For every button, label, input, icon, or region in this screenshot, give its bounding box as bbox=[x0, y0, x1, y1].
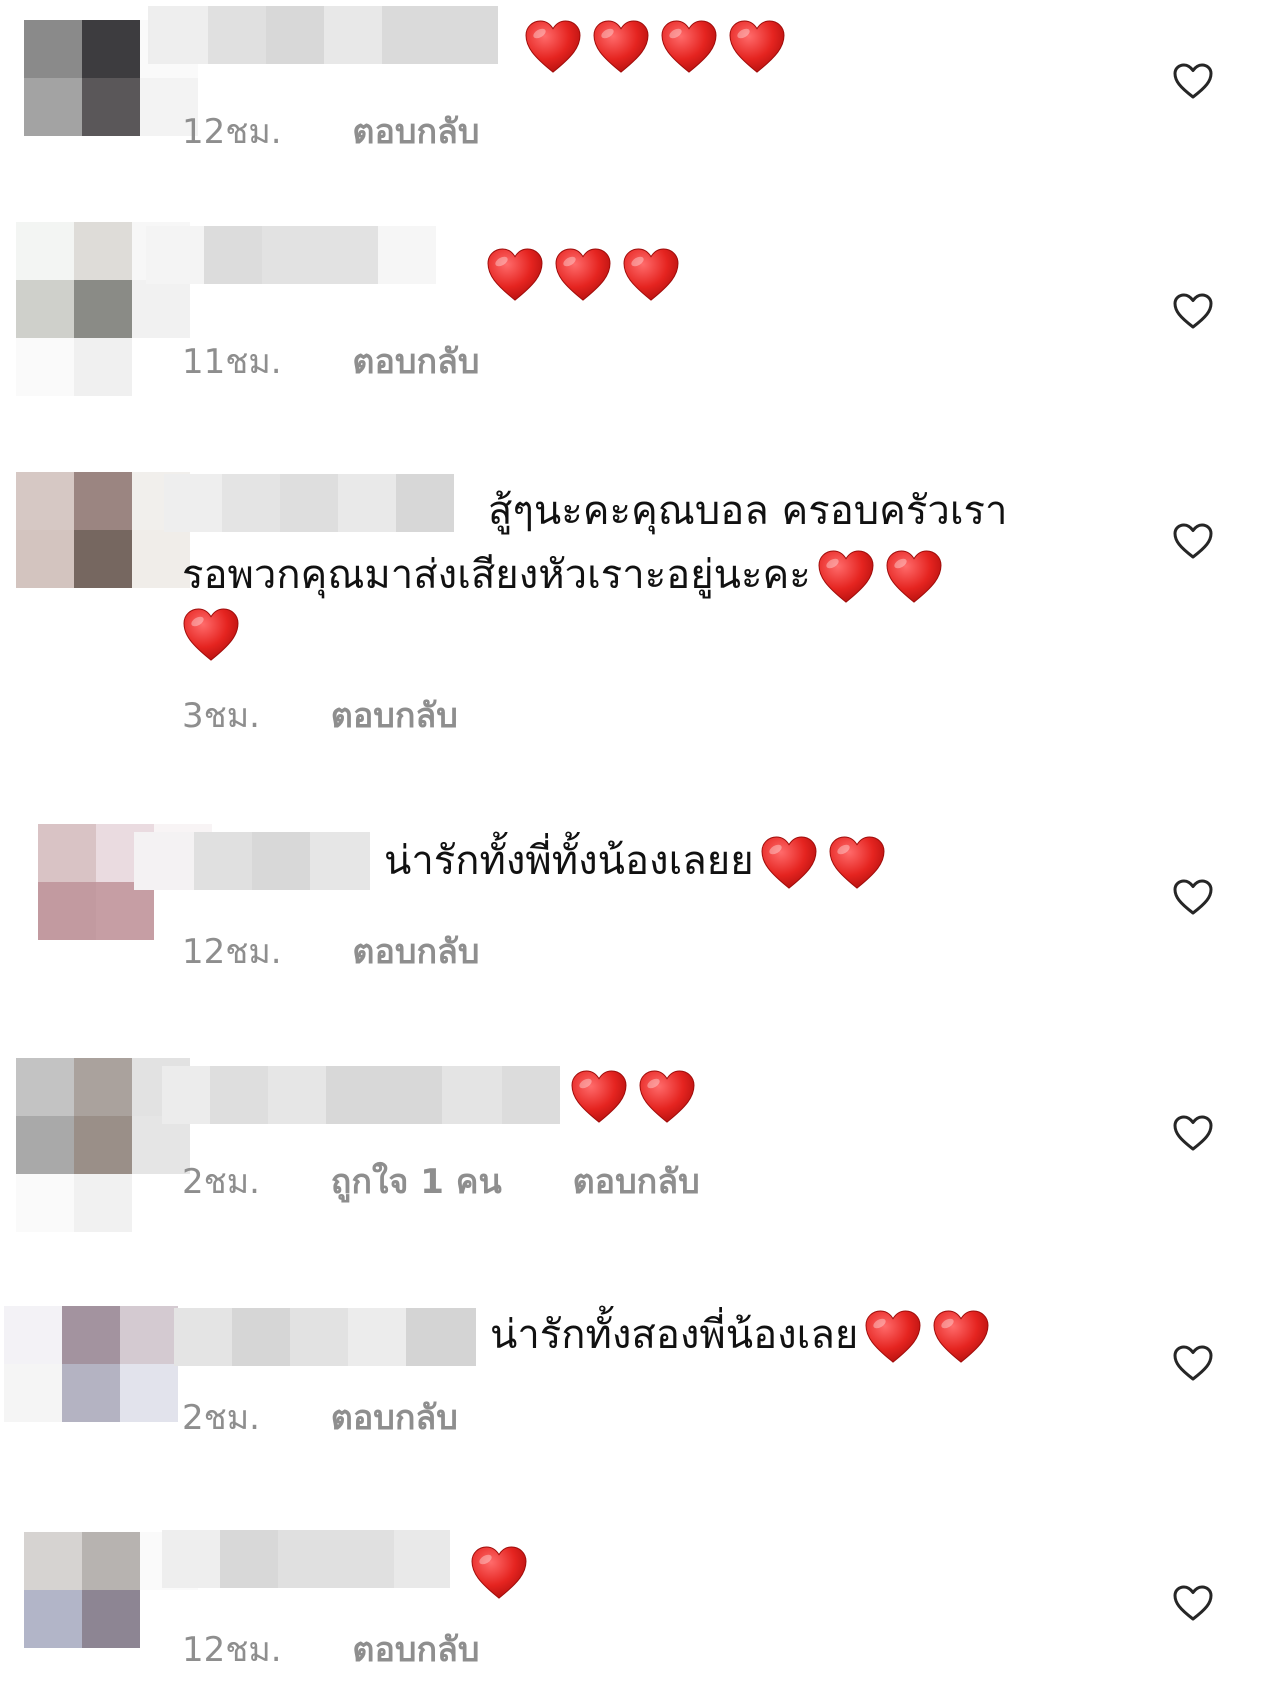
username-blurred[interactable] bbox=[148, 6, 516, 64]
comment-time: 12ชม. bbox=[182, 112, 282, 152]
reply-button[interactable]: ตอบกลับ bbox=[352, 342, 479, 382]
username-blurred[interactable] bbox=[146, 226, 486, 284]
comment-text: น่ารักทั้งสองพี่น้องเลย bbox=[490, 1306, 1000, 1364]
like-heart-icon[interactable] bbox=[1172, 62, 1214, 100]
comment-time: 11ชม. bbox=[182, 342, 282, 382]
heart-emoji bbox=[817, 552, 953, 598]
like-heart-icon[interactable] bbox=[1172, 1584, 1214, 1622]
comment-text bbox=[524, 16, 796, 74]
comment-time: 2ชม. bbox=[182, 1162, 260, 1202]
username-blurred[interactable] bbox=[134, 832, 370, 890]
heart-emoji bbox=[470, 1548, 538, 1594]
comment-text bbox=[486, 244, 690, 302]
comment-meta: 2ชม. ถูกใจ 1 คน ตอบกลับ bbox=[182, 1154, 760, 1208]
avatar[interactable] bbox=[4, 1306, 178, 1480]
heart-emoji bbox=[486, 250, 690, 296]
comment-meta: 12ชม. ตอบกลับ bbox=[182, 1622, 539, 1676]
comment-meta: 12ชม. ตอบกลับ bbox=[182, 924, 539, 978]
heart-emoji bbox=[760, 838, 896, 884]
username-blurred[interactable] bbox=[174, 1308, 476, 1366]
like-heart-icon[interactable] bbox=[1172, 878, 1214, 916]
comment-meta: 12ชม. ตอบกลับ bbox=[182, 104, 539, 158]
heart-emoji bbox=[570, 1072, 706, 1118]
heart-emoji bbox=[524, 22, 796, 68]
comment-text-line-3 bbox=[182, 604, 250, 662]
comment-meta: 3ชม. ตอบกลับ bbox=[182, 688, 518, 742]
username-blurred[interactable] bbox=[162, 1066, 560, 1124]
heart-emoji bbox=[182, 610, 250, 656]
username-blurred[interactable] bbox=[164, 474, 484, 532]
username-blurred[interactable] bbox=[162, 1530, 450, 1588]
like-heart-icon[interactable] bbox=[1172, 1114, 1214, 1152]
like-heart-icon[interactable] bbox=[1172, 292, 1214, 330]
reply-button[interactable]: ตอบกลับ bbox=[352, 1630, 479, 1670]
likes-count[interactable]: ถูกใจ 1 คน bbox=[331, 1162, 502, 1202]
comment-text-line-2: รอพวกคุณมาส่งเสียงหัวเราะอยู่นะคะ bbox=[182, 546, 953, 604]
comment-meta: 2ชม. ตอบกลับ bbox=[182, 1390, 518, 1444]
comment-text bbox=[570, 1066, 706, 1124]
comment-time: 12ชม. bbox=[182, 932, 282, 972]
comment-time: 2ชม. bbox=[182, 1398, 260, 1438]
reply-button[interactable]: ตอบกลับ bbox=[331, 696, 458, 736]
comment-time: 12ชม. bbox=[182, 1630, 282, 1670]
reply-button[interactable]: ตอบกลับ bbox=[352, 112, 479, 152]
reply-button[interactable]: ตอบกลับ bbox=[352, 932, 479, 972]
like-heart-icon[interactable] bbox=[1172, 1344, 1214, 1382]
heart-emoji bbox=[864, 1312, 1000, 1358]
reply-button[interactable]: ตอบกลับ bbox=[573, 1162, 700, 1202]
reply-button[interactable]: ตอบกลับ bbox=[331, 1398, 458, 1438]
comment-time: 3ชม. bbox=[182, 696, 260, 736]
like-heart-icon[interactable] bbox=[1172, 522, 1214, 560]
comment-text: น่ารักทั้งพี่ทั้งน้องเลยย bbox=[384, 832, 896, 890]
comment-text bbox=[470, 1542, 538, 1600]
comment-text-line-1: สู้ๆนะคะคุณบอล ครอบครัวเรา bbox=[488, 488, 1008, 534]
comment-meta: 11ชม. ตอบกลับ bbox=[182, 334, 539, 388]
